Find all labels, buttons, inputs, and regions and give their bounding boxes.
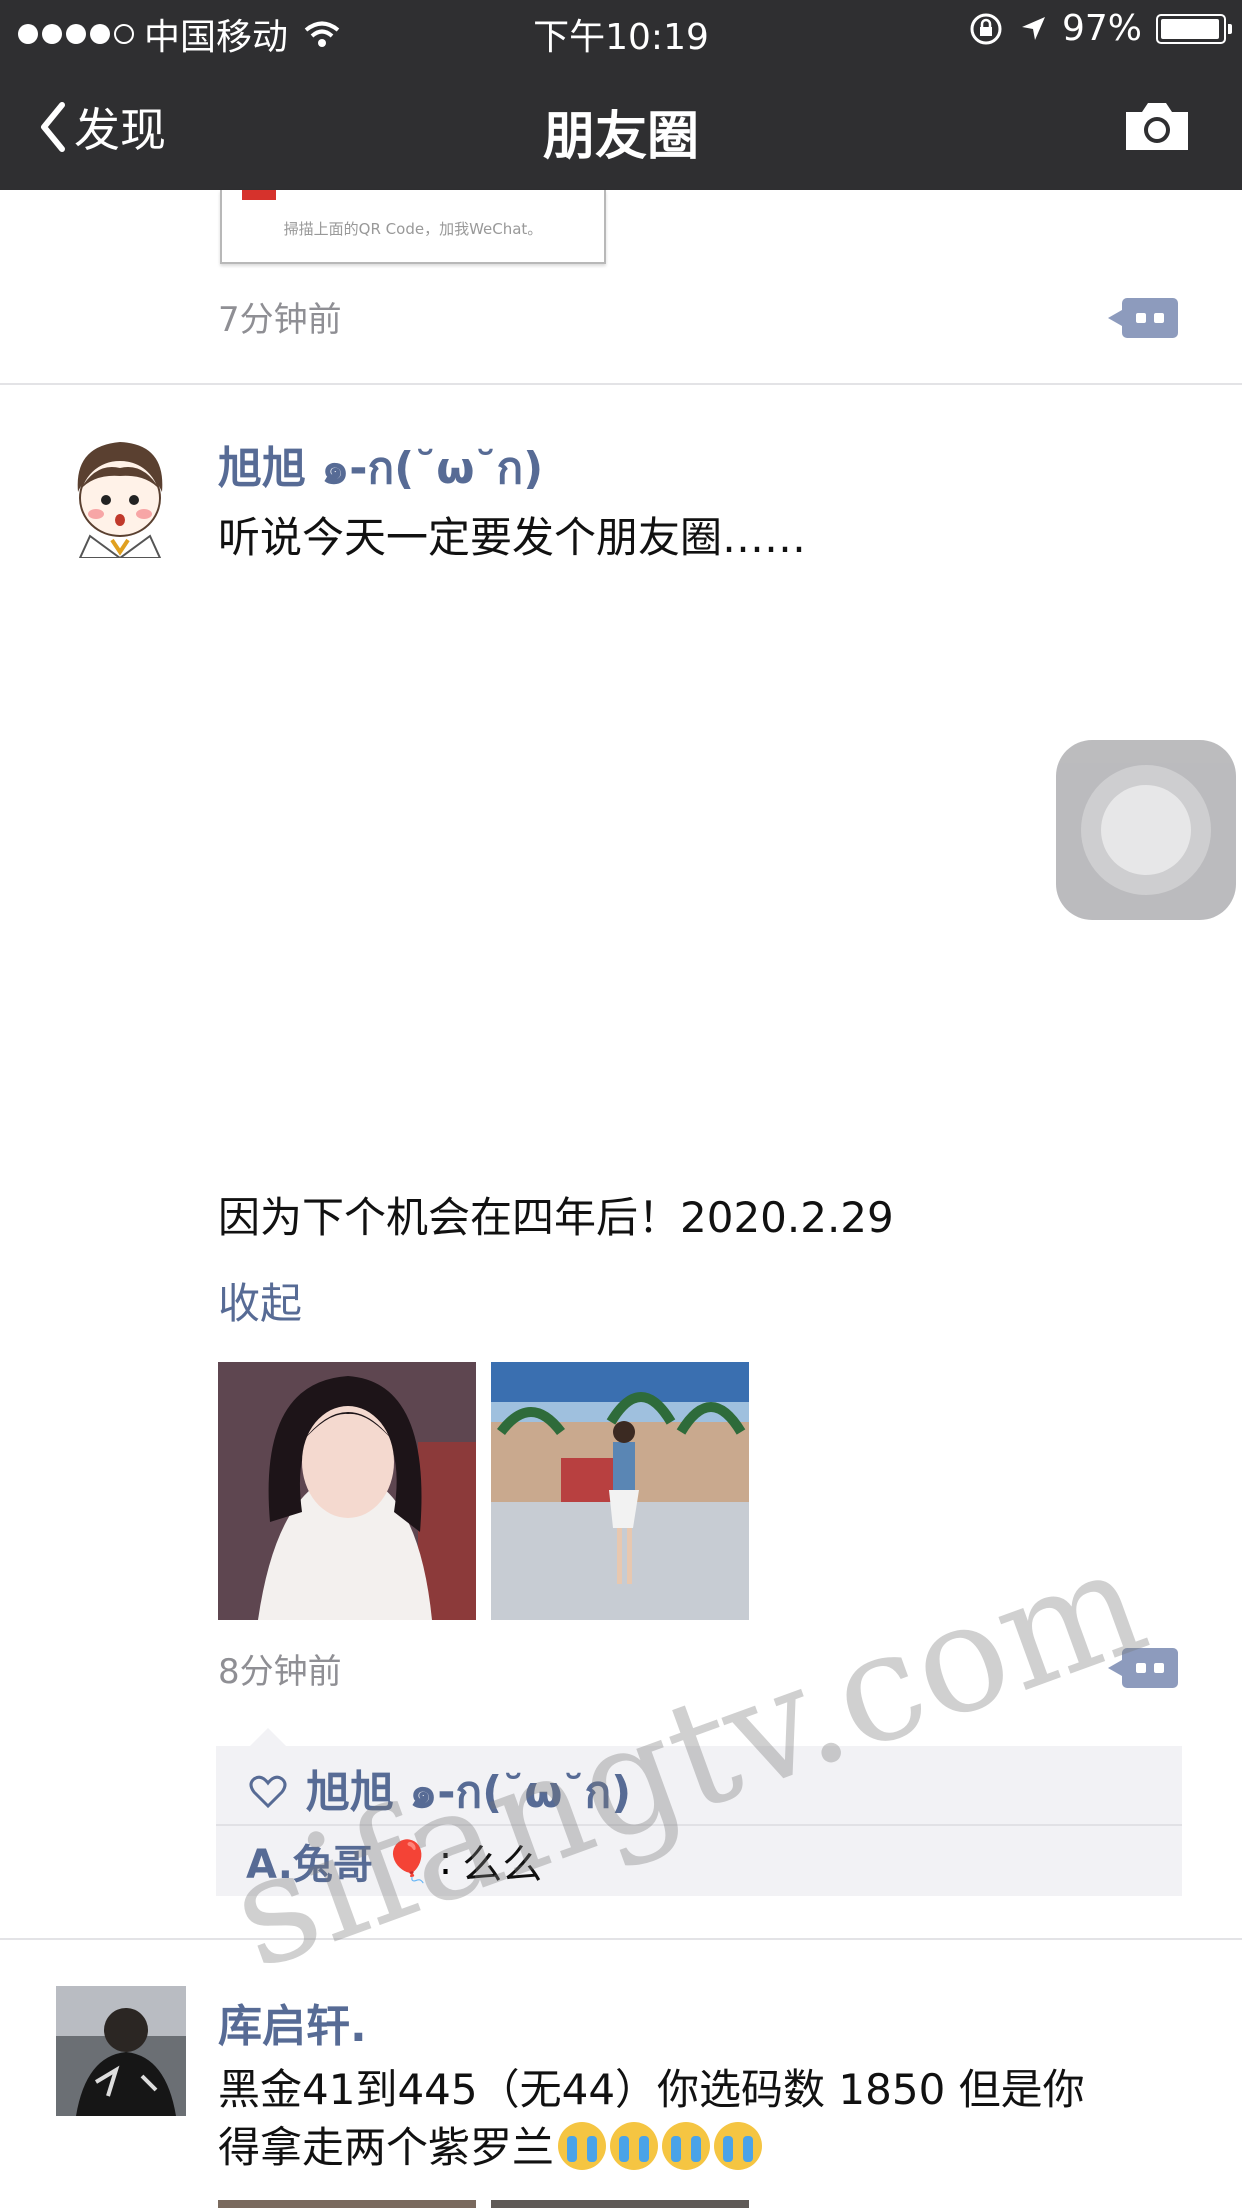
crying-emoji-icon [662,2122,711,2170]
status-right: 97% [968,8,1232,49]
post-text-line: 得拿走两个紫罗兰 [218,2123,555,2172]
page-title: 朋友圈 [542,107,699,167]
post-text-continued: 因为下个机会在四年后！2020.2.29 [218,1193,894,1242]
person-photo-avatar [56,1986,186,2116]
post-text: 听说今天一定要发个朋友圈…… [218,513,807,562]
battery-percent: 97% [1061,8,1142,49]
girl-portrait-photo [218,1362,476,1620]
next-post-photos-edge [218,2200,476,2208]
shared-qr-card[interactable]: 掃描上面的QR Code，加我WeChat。 [220,190,606,264]
street-photo [491,1362,749,1620]
avatar[interactable] [56,1986,186,2116]
crying-emoji-icon [714,2122,763,2170]
location-arrow-icon [1021,16,1045,40]
post-text-continued: 得拿走两个紫罗兰 [218,2118,763,2178]
post-photo[interactable] [491,1362,749,1620]
post-author[interactable]: 旭旭 ๑-ก(˘ω˘ก) [218,432,543,503]
post-photo[interactable] [218,1362,476,1620]
camera-icon [1126,103,1188,150]
avatar[interactable] [56,428,186,558]
collapse-link[interactable]: 收起 [218,1270,302,1331]
post-divider [0,1938,1242,1940]
nav-bar: 发现 朋友圈 [0,60,1242,190]
post-author[interactable]: 库启轩. [218,1990,367,2054]
rotation-lock-icon [970,13,1002,44]
qr-card-caption: 掃描上面的QR Code，加我WeChat。 [283,220,543,238]
status-bar: 中国移动 下午10:19 97% [0,0,1242,60]
comment-button[interactable] [1108,298,1178,338]
next-post-photos-edge [491,2200,749,2208]
post-time: 7分钟前 [218,300,342,340]
qr-card-red-mark [242,190,276,200]
post-divider [0,383,1242,385]
camera-button[interactable] [1122,98,1192,158]
heart-icon [249,1775,287,1808]
crying-emoji-icon [558,2122,607,2170]
crying-emoji-icon [610,2122,659,2170]
cartoon-boy-avatar-icon [77,442,163,558]
assistive-center [1101,785,1191,875]
assistive-touch-button[interactable] [1056,740,1236,920]
battery-icon [1156,13,1232,44]
post-text: 黑金41到445（无44）你选码数 1850 但是你 [218,2065,1085,2114]
post-time: 8分钟前 [218,1652,342,1692]
